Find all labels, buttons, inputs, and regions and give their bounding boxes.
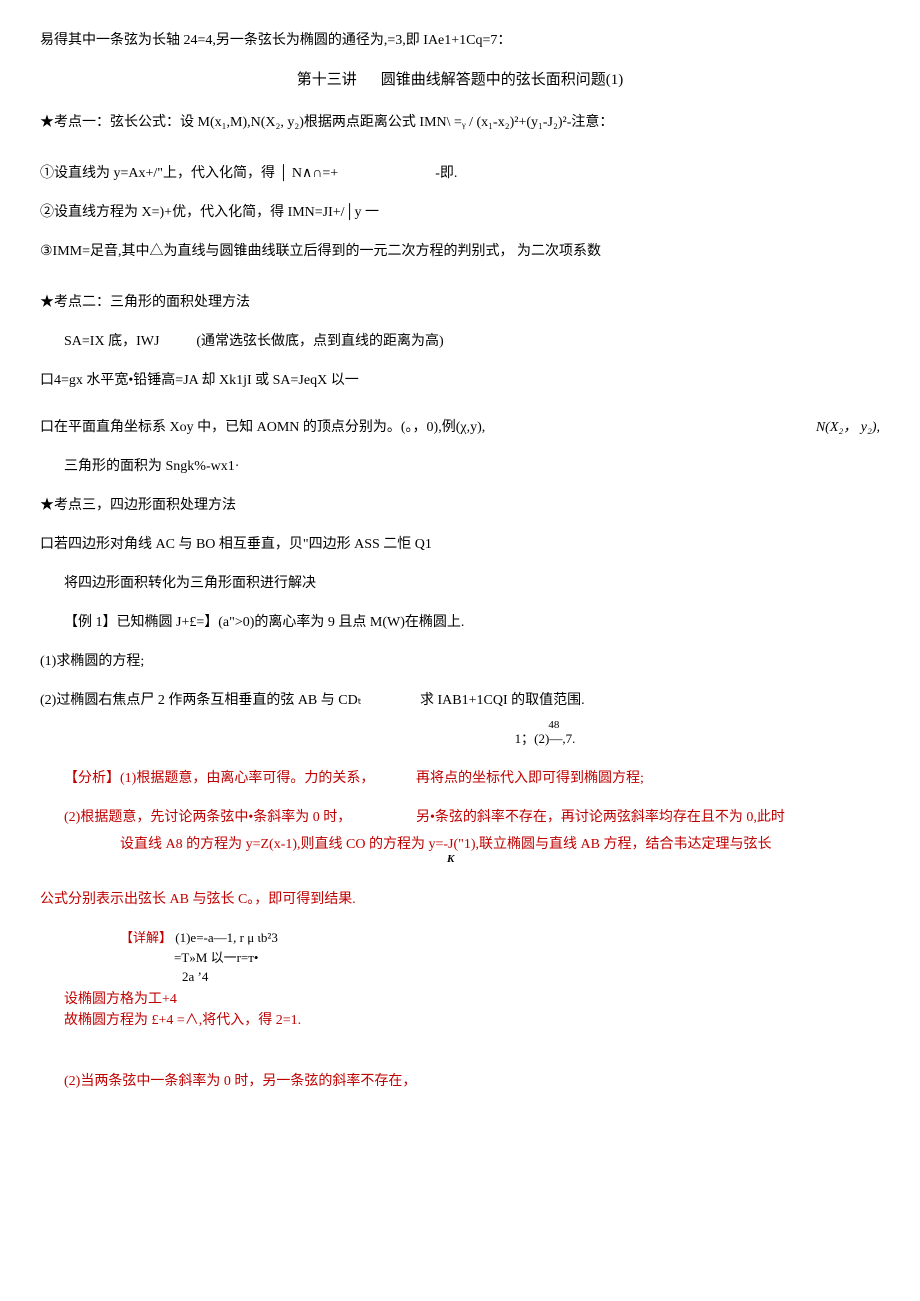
- example-1-q1: (1)求椭圆的方程;: [40, 651, 880, 672]
- ans-hint-text: 1；(2)—,7.: [515, 731, 576, 746]
- analysis-l3-k: K: [447, 851, 454, 868]
- title-part-b: 圆锥曲线解答题中的弦长面积问题(1): [381, 72, 624, 88]
- kp2-r1-a: SA=IX 底，IWJ: [64, 334, 159, 349]
- ex1-q2-left: (2)过椭圆右焦点尸 2 作两条互相垂直的弦 AB 与 CDₜ: [40, 690, 420, 711]
- intro-text: 易得其中一条弦为长轴 24=4,另一条弦长为椭圆的通径为,=3,即 IAe1+1…: [40, 30, 880, 51]
- detail-d3: (2)当两条弦中一条斜率为 0 时，另一条弦的斜率不存在，: [40, 1071, 880, 1092]
- detail-f2: =T»M 以一r=т•: [174, 948, 880, 968]
- lecture-title: 第十三讲 圆锥曲线解答题中的弦长面积问题(1): [40, 69, 880, 92]
- keypoint-3-row2: 将四边形面积转化为三角形面积进行解决: [40, 573, 880, 594]
- keypoint-2-row4: 三角形的面积为 Sngk%-wx1·: [40, 456, 880, 477]
- title-part-a: 第十三讲: [297, 72, 357, 88]
- keypoint-2-row1: SA=IX 底，IWJ (通常选弦长做底，点到直线的距离为高): [40, 331, 880, 352]
- example-1-stem: 【例 1】已知椭圆 J+£=】(a">0)的离心率为 9 且点 M(W)在椭圆上…: [40, 612, 880, 633]
- analysis-l3-a: 设直线 A8 的方程为 y=Z(x-1),则直线 CO 的方程为 y=-J("1…: [120, 837, 479, 852]
- detail-formula: 【详解】 (1)e=-a—1, r μ ιb²3 =T»M 以一r=т• 2a …: [120, 928, 880, 987]
- keypoint-3-row1: 口若四边形对角线 AC 与 BO 相互垂直，贝"四边形 ASS 二怇 Q1: [40, 534, 880, 555]
- keypoint-2-head: ★考点二：三角形的面积处理方法: [40, 292, 880, 313]
- kp2-r3-a: 口在平面直角坐标系 Xoy 中，已知 AOMN 的顶点分别为。(。，0),例(χ…: [40, 417, 816, 438]
- kp1-item1-text: ①设直线为 y=Ax+/"上，代入化简，得 │ N∧∩=+: [40, 166, 338, 181]
- example-1-answer-hint: 48 1；(2)—,7.: [210, 729, 880, 749]
- detail-f3: 2a ʼ4: [182, 967, 880, 987]
- keypoint-1-item3: ③IMM=足音,其中△为直线与圆锥曲线联立后得到的一元二次方程的判别式， 为二次…: [40, 241, 880, 262]
- analysis-l3-c: 联立椭圆与直线 AB 方程，结合韦达定理与弦长: [479, 837, 771, 852]
- keypoint-1-head: ★考点一：弦长公式：设 M(x₁,M),N(X₂, y₂)根据两点距离公式 IM…: [40, 112, 880, 133]
- detail-d1: 设椭圆方格为工+4: [40, 989, 880, 1010]
- keypoint-2-row3: 口在平面直角坐标系 Xoy 中，已知 AOMN 的顶点分别为。(。，0),例(χ…: [40, 417, 880, 438]
- keypoint-1-item1: ①设直线为 y=Ax+/"上，代入化简，得 │ N∧∩=+ -即.: [40, 163, 880, 184]
- keypoint-1-item2: ②设直线方程为 X=)+优，代入化简，得 IMN=JI+/│y 一: [40, 202, 880, 223]
- ans-num: 48: [548, 717, 559, 734]
- keypoint-2-row2: 口4=gx 水平宽•铅锤高=JA 却 Xk1jI 或 SA=JeqX 以一: [40, 370, 880, 391]
- keypoint-3-head: ★考点三，四边形面积处理方法: [40, 495, 880, 516]
- analysis-l1-a: 【分析】(1)根据题意，由离心率可得。力的关系，: [64, 768, 416, 789]
- analysis-line4: 公式分别表示出弦长 AB 与弦长 C。，即可得到结果.: [40, 889, 880, 910]
- detail-d2: 故椭圆方程为 £+4 =∧,将代入，得 2=1.: [40, 1010, 880, 1031]
- analysis-line3: 设直线 A8 的方程为 y=Z(x-1),则直线 CO 的方程为 y=-J("1…: [40, 834, 880, 855]
- detail-f1: (1)e=-a—1, r μ ιb²3: [175, 930, 278, 945]
- analysis-l2-a: (2)根据题意，先讨论两条弦中•条斜率为 0 时，: [64, 807, 416, 828]
- ex1-q2-right: 求 IAB1+1CQI 的取值范围.: [420, 690, 585, 711]
- analysis-line2: (2)根据题意，先讨论两条弦中•条斜率为 0 时， 另•条弦的斜率不存在，再讨论…: [40, 807, 880, 828]
- kp1-item1-tail: -即.: [435, 166, 457, 181]
- example-1-q2: (2)过椭圆右焦点尸 2 作两条互相垂直的弦 AB 与 CDₜ 求 IAB1+1…: [40, 690, 880, 711]
- analysis-l1-b: 再将点的坐标代入即可得到椭圆方程;: [416, 768, 644, 789]
- detail-head: 【详解】: [120, 930, 172, 945]
- kp2-r1-b: (通常选弦长做底，点到直线的距离为高): [196, 334, 443, 349]
- analysis-line1: 【分析】(1)根据题意，由离心率可得。力的关系， 再将点的坐标代入即可得到椭圆方…: [40, 768, 880, 789]
- kp2-r3-b: N(X₂， y₂),: [816, 417, 880, 438]
- analysis-l2-b: 另•条弦的斜率不存在，再讨论两弦斜率均存在且不为 0,此时: [416, 807, 785, 828]
